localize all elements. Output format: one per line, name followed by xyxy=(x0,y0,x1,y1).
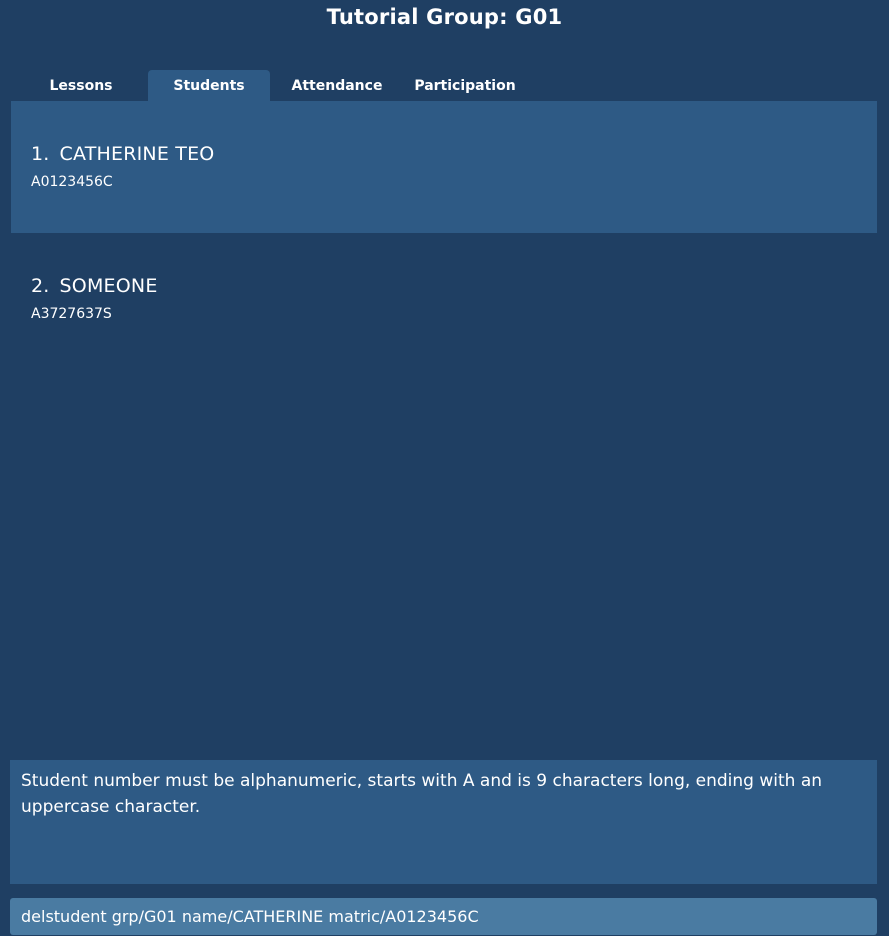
tab-students[interactable]: Students xyxy=(148,70,270,101)
student-index: 2. xyxy=(31,275,50,297)
student-matric: A3727637S xyxy=(31,306,112,322)
command-box[interactable] xyxy=(10,898,877,935)
student-card[interactable]: 1. CATHERINE TEO A0123456C xyxy=(11,101,877,233)
result-display: Student number must be alphanumeric, sta… xyxy=(10,760,877,884)
student-name: CATHERINE TEO xyxy=(59,143,215,165)
student-matric: A0123456C xyxy=(31,174,113,190)
tab-attendance[interactable]: Attendance xyxy=(276,70,398,101)
student-card[interactable]: 2. SOMEONE A3727637S xyxy=(11,233,877,365)
command-input[interactable] xyxy=(21,907,866,926)
student-name-line: 2. SOMEONE xyxy=(31,275,158,297)
tab-lessons[interactable]: Lessons xyxy=(20,70,142,101)
student-name-line: 1. CATHERINE TEO xyxy=(31,143,214,165)
student-list: 1. CATHERINE TEO A0123456C 2. SOMEONE A372… xyxy=(11,101,877,751)
app-window: Tutorial Group: G01 Lessons Students Att… xyxy=(0,0,889,936)
tab-participation[interactable]: Participation xyxy=(404,70,526,101)
student-index: 1. xyxy=(31,143,50,165)
tab-bar: Lessons Students Attendance Participatio… xyxy=(20,70,532,101)
student-name: SOMEONE xyxy=(59,275,158,297)
page-title: Tutorial Group: G01 xyxy=(326,5,563,29)
